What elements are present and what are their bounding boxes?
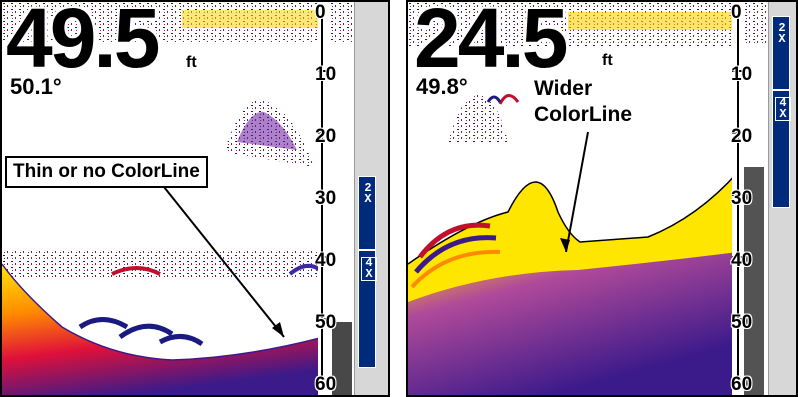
scale-label-40: 40 bbox=[315, 250, 337, 271]
callout-label-line1: Wider bbox=[534, 77, 593, 100]
scale-label-20: 20 bbox=[731, 126, 753, 147]
scale-label-60: 60 bbox=[315, 374, 337, 395]
zoom-segment-2x[interactable]: 2 X bbox=[358, 176, 376, 250]
surface-band bbox=[568, 12, 738, 30]
callout-label-line2: ColorLine bbox=[534, 103, 632, 126]
scale-label-20: 20 bbox=[315, 126, 337, 147]
water-temperature: 50.1° bbox=[10, 74, 62, 99]
zoom-label-4x: 4 X bbox=[361, 257, 377, 281]
scale-label-30: 30 bbox=[315, 188, 337, 209]
scale-label-10: 10 bbox=[731, 64, 753, 85]
scale-label-10: 10 bbox=[315, 64, 337, 85]
scale-label-0: 0 bbox=[315, 2, 326, 23]
sonar-panel-left: 49.5 ft 50.1° Thin or no ColorLine 0 10 … bbox=[0, 0, 390, 397]
fish-arch bbox=[78, 317, 129, 330]
scale-label-50: 50 bbox=[731, 312, 753, 333]
fish-arch bbox=[118, 323, 174, 340]
fish-arch bbox=[498, 94, 520, 105]
surface-band bbox=[182, 10, 322, 28]
scale-label-60: 60 bbox=[731, 374, 753, 395]
water-temperature: 49.8° bbox=[416, 74, 468, 99]
fish-arch bbox=[158, 334, 204, 347]
depth-unit: ft bbox=[602, 52, 613, 69]
thermocline-band bbox=[2, 250, 322, 278]
scale-label-30: 30 bbox=[731, 188, 753, 209]
sonar-panel-right: 24.5 ft 49.8° Wider ColorLine 0 10 20 30… bbox=[406, 0, 798, 397]
depth-readout: 49.5 bbox=[6, 0, 160, 85]
callout-label: Thin or no ColorLine bbox=[5, 156, 208, 188]
zoom-segment-4x[interactable]: 4 X bbox=[358, 250, 377, 368]
depth-unit: ft bbox=[186, 54, 197, 71]
fish-arch bbox=[486, 95, 502, 103]
zoom-bar[interactable]: 2 X 4 X bbox=[354, 2, 388, 395]
zoom-bar[interactable]: 2 X 4 X bbox=[768, 2, 796, 395]
zoom-label-4x: 4 X bbox=[775, 97, 791, 121]
scale-label-40: 40 bbox=[731, 250, 753, 271]
zoom-label-2x: 2 X bbox=[364, 181, 372, 206]
scale-noise bbox=[744, 2, 766, 44]
scale-noise bbox=[330, 2, 352, 42]
scale-label-50: 50 bbox=[315, 312, 337, 333]
scale-label-0: 0 bbox=[731, 2, 742, 23]
zoom-segment-2x[interactable]: 2 X bbox=[772, 16, 790, 90]
zoom-label-2x: 2 X bbox=[778, 21, 786, 46]
depth-readout: 24.5 bbox=[414, 0, 568, 85]
zoom-segment-4x[interactable]: 4 X bbox=[772, 90, 791, 208]
callout-arrow-line bbox=[565, 131, 589, 253]
